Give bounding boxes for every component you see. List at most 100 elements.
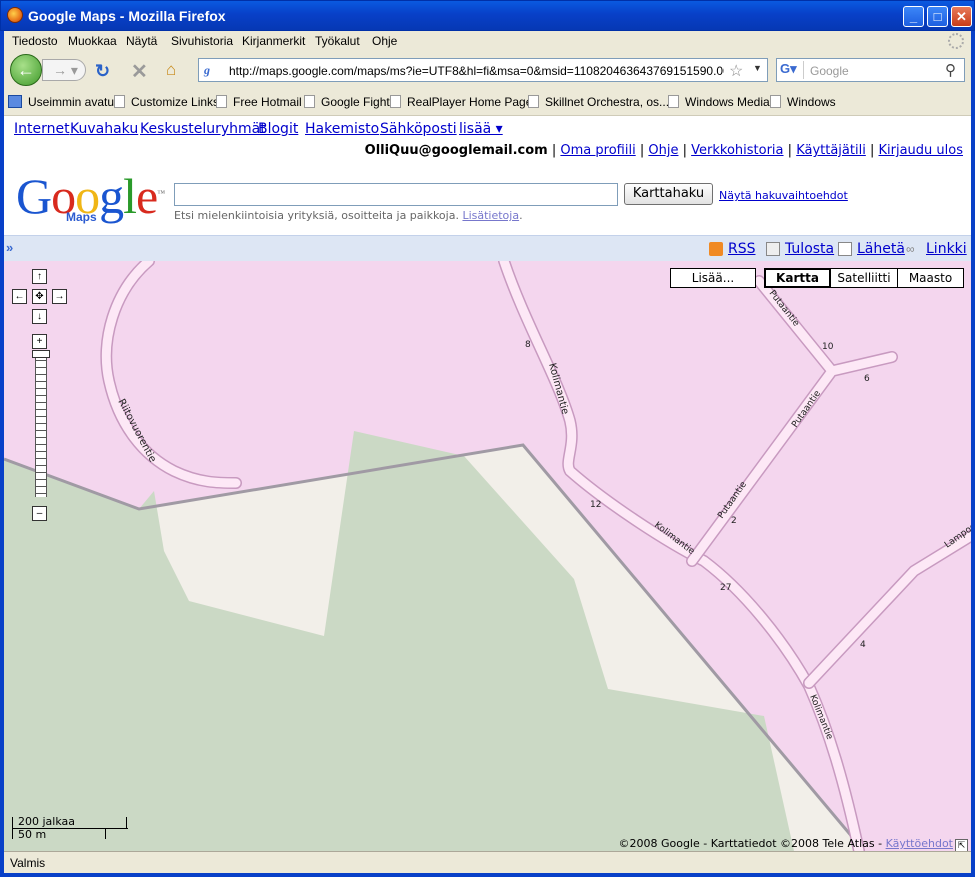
link-icon: ∞	[906, 242, 915, 256]
search-engine-selector[interactable]: G▾	[780, 61, 804, 79]
send-link[interactable]: Lähetä	[857, 241, 905, 257]
gbar-link-directory[interactable]: Hakemisto	[305, 121, 379, 137]
zoom-slider-track[interactable]	[35, 357, 47, 497]
gbar-link-groups[interactable]: Keskusteluryhmät	[140, 121, 266, 137]
gbar-more-link[interactable]: lisää ▾	[459, 121, 503, 137]
rss-link[interactable]: RSS	[728, 241, 756, 257]
page-content: Internet Kuvahaku Keskusteluryhmät Blogi…	[4, 117, 971, 851]
scale-tick	[105, 828, 106, 839]
home-button[interactable]: ⌂	[166, 60, 176, 80]
menu-file[interactable]: Tiedosto	[12, 34, 58, 48]
forward-button[interactable]: → ▾	[42, 59, 86, 81]
more-layers-button[interactable]: Lisää...	[670, 268, 756, 288]
stop-button[interactable]: ✕	[131, 59, 148, 84]
map-search-input[interactable]	[174, 183, 618, 206]
page-icon	[216, 95, 227, 108]
web-history-link[interactable]: Verkkohistoria	[691, 143, 783, 158]
window-border-bottom	[0, 873, 975, 877]
help-link[interactable]: Ohje	[648, 143, 678, 158]
house-number: 10	[822, 342, 834, 352]
menu-view[interactable]: Näytä	[126, 34, 157, 48]
scale-imperial: 200 jalkaa	[18, 815, 76, 828]
pan-left-button[interactable]: ←	[12, 289, 27, 304]
site-favicon-icon: g	[204, 63, 210, 77]
more-info-link[interactable]: Lisätietoja	[462, 209, 519, 222]
gbar-link-mail[interactable]: Sähköposti	[380, 121, 457, 137]
zoom-slider-thumb[interactable]	[32, 350, 50, 358]
user-bar: OlliQuu@googlemail.com | Oma profiili | …	[364, 143, 964, 158]
reload-button[interactable]: ↻	[95, 61, 110, 82]
bookmark-item[interactable]: Useimmin avatut	[8, 95, 117, 109]
map-type-terrain-button[interactable]: Maasto	[897, 268, 964, 288]
search-bar[interactable]: G▾ Google ⚲	[776, 58, 965, 82]
map-tiles: Riitovuorentie Kolimantie Putaantie Puta…	[4, 261, 971, 851]
profile-link[interactable]: Oma profiili	[560, 143, 635, 158]
bookmark-item[interactable]: Skillnet Orchestra, os...	[528, 95, 669, 109]
map-canvas[interactable]: Riitovuorentie Kolimantie Putaantie Puta…	[4, 261, 971, 851]
house-number: 8	[525, 340, 531, 350]
menu-history[interactable]: Sivuhistoria	[171, 34, 233, 48]
bookmark-star-icon[interactable]: ☆	[729, 61, 743, 81]
bookmark-item[interactable]: Google Fight	[304, 95, 390, 109]
status-bar: Valmis	[4, 851, 971, 873]
pan-down-button[interactable]: ↓	[32, 309, 47, 324]
minimize-button[interactable]: _	[903, 6, 924, 27]
send-icon	[838, 242, 852, 256]
throbber-icon	[948, 33, 964, 49]
title-bar: Google Maps - Mozilla Firefox _ □ ✕	[0, 0, 975, 31]
bookmark-item[interactable]: RealPlayer Home Page	[390, 95, 532, 109]
bookmark-item[interactable]: Windows	[770, 95, 836, 109]
firefox-logo-icon	[7, 7, 23, 23]
gbar-link-internet[interactable]: Internet	[14, 121, 70, 137]
sign-out-link[interactable]: Kirjaudu ulos	[879, 143, 964, 158]
gbar-link-blogs[interactable]: Blogit	[258, 121, 298, 137]
status-text: Valmis	[10, 856, 46, 870]
page-icon	[668, 95, 679, 108]
menu-bar: Tiedosto Muokkaa Näytä Sivuhistoria Kirj…	[4, 31, 971, 51]
overview-map-toggle-icon[interactable]: ⇱	[955, 839, 968, 851]
zoom-in-button[interactable]: +	[32, 334, 47, 349]
terms-link[interactable]: Käyttöehdot	[886, 837, 953, 850]
map-toolbar: » RSS Tulosta Lähetä ∞ Linkki	[4, 235, 971, 261]
print-link[interactable]: Tulosta	[785, 241, 834, 257]
house-number: 12	[590, 500, 601, 510]
address-input[interactable]: http://maps.google.com/maps/ms?ie=UTF8&h…	[229, 64, 724, 78]
bookmark-item[interactable]: Free Hotmail	[216, 95, 302, 109]
gbar-link-images[interactable]: Kuvahaku	[70, 121, 138, 137]
menu-bookmarks[interactable]: Kirjanmerkit	[242, 34, 305, 48]
scale-metric: 50 m	[18, 828, 47, 841]
house-number: 4	[860, 640, 866, 650]
scale-tick	[126, 817, 127, 828]
map-copyright: ©2008 Google - Karttatiedot ©2008 Tele A…	[618, 837, 953, 850]
zoom-out-button[interactable]: –	[32, 506, 47, 521]
search-hint: Etsi mielenkiintoisia yrityksiä, osoitte…	[174, 209, 523, 222]
address-bar[interactable]: g http://maps.google.com/maps/ms?ie=UTF8…	[198, 58, 768, 82]
search-options-link[interactable]: Näytä hakuvaihtoehdot	[719, 189, 848, 202]
menu-tools[interactable]: Työkalut	[315, 34, 360, 48]
smart-folder-icon	[8, 95, 22, 108]
logo-subtitle: Maps	[66, 210, 97, 224]
pan-up-button[interactable]: ↑	[32, 269, 47, 284]
map-type-map-button[interactable]: Kartta	[764, 268, 831, 288]
menu-edit[interactable]: Muokkaa	[68, 34, 117, 48]
print-icon	[766, 242, 780, 256]
account-link[interactable]: Käyttäjätili	[796, 143, 866, 158]
page-icon	[304, 95, 315, 108]
search-icon[interactable]: ⚲	[945, 61, 956, 79]
bookmark-item[interactable]: Customize Links	[114, 95, 219, 109]
close-button[interactable]: ✕	[951, 6, 972, 27]
link-link[interactable]: Linkki	[926, 241, 967, 257]
back-button[interactable]: ←	[10, 54, 42, 86]
pan-right-button[interactable]: →	[52, 289, 67, 304]
sidebar-toggle-icon[interactable]: »	[6, 240, 13, 255]
search-input[interactable]: Google	[810, 64, 849, 78]
map-search-button[interactable]: Karttahaku	[624, 183, 713, 205]
page-icon	[528, 95, 539, 108]
pan-center-button[interactable]: ✥	[32, 289, 47, 304]
bookmark-item[interactable]: Windows Media	[668, 95, 770, 109]
maximize-button[interactable]: □	[927, 6, 948, 27]
map-type-satellite-button[interactable]: Satelliitti	[830, 268, 898, 288]
menu-help[interactable]: Ohje	[372, 34, 397, 48]
user-email: OlliQuu@googlemail.com	[364, 143, 548, 158]
url-history-dropdown[interactable]: ▼	[753, 63, 762, 73]
